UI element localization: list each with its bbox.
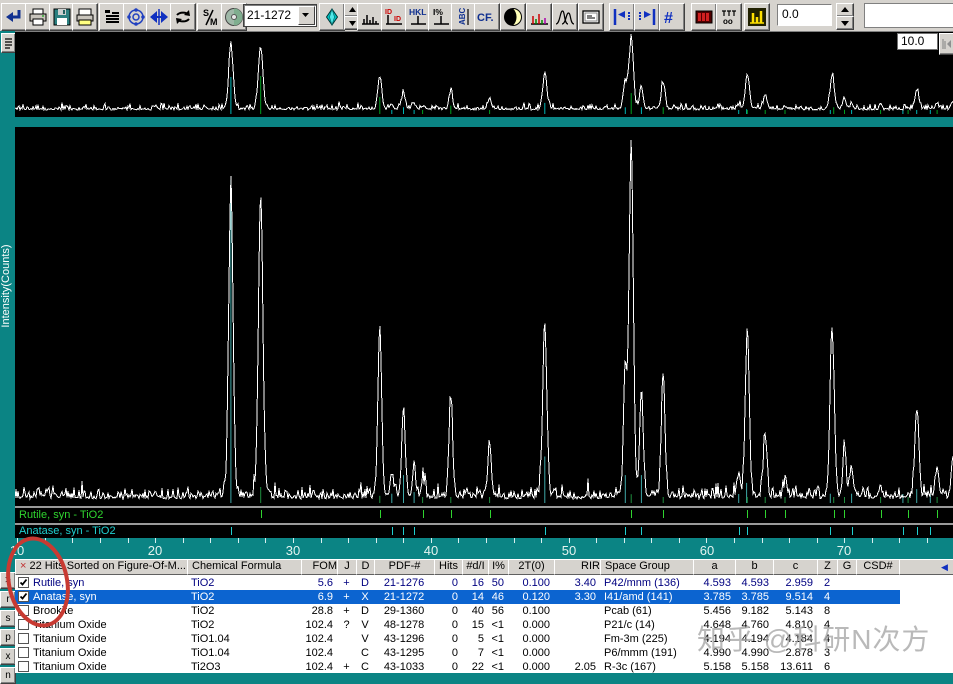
svg-text:#: # — [664, 10, 673, 27]
svg-text:ID: ID — [394, 16, 401, 23]
svg-text:ABC: ABC — [458, 7, 467, 25]
svg-text:HKL: HKL — [409, 7, 426, 17]
svg-text:ID: ID — [385, 9, 392, 16]
svg-text:S: S — [203, 8, 209, 18]
svg-text:I%: I% — [433, 7, 443, 17]
svg-text:oo: oo — [723, 17, 733, 26]
svg-text:CF.: CF. — [477, 12, 494, 24]
svg-text:M: M — [210, 17, 218, 27]
